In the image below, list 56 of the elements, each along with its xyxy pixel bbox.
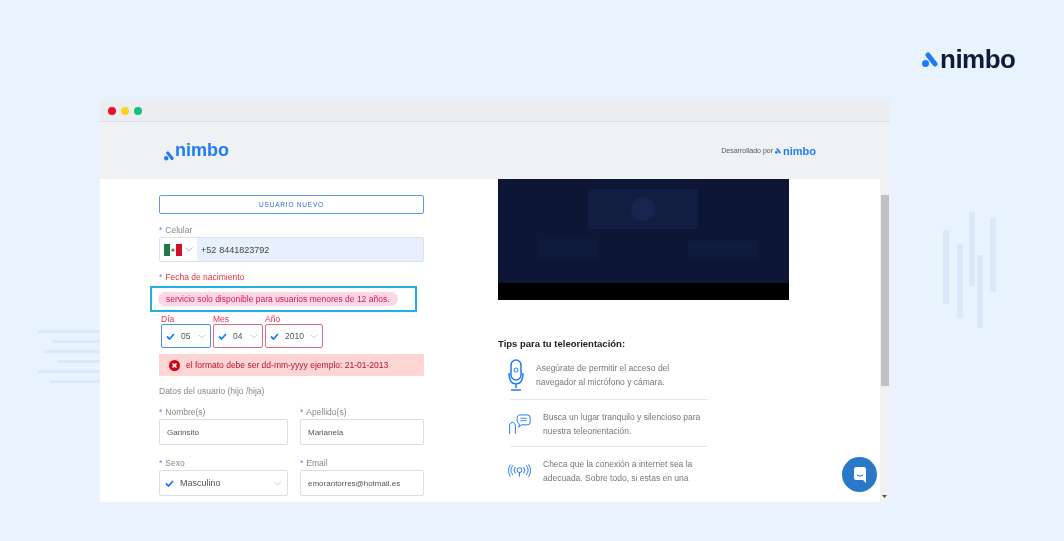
required-mark: * — [159, 406, 163, 417]
logo-mark-icon — [164, 151, 174, 161]
age-notice: servicio solo disponible para usuarios menores de 12 años. — [158, 292, 398, 306]
required-mark: * — [159, 457, 163, 468]
field-label: Fecha de nacimiento — [165, 271, 245, 282]
wireless-signal-icon — [508, 463, 531, 479]
required-mark: * — [159, 271, 163, 282]
field-label: Celular — [165, 224, 193, 235]
chat-button[interactable] — [842, 457, 877, 492]
chat-icon — [851, 466, 868, 483]
minimize-dot-icon[interactable] — [121, 106, 129, 115]
chevron-down-icon — [273, 480, 282, 486]
date-label: Día — [161, 314, 176, 324]
date-select[interactable]: 2010 — [265, 324, 323, 348]
tip-text: Checa que la conexión a internet sea la adecuada. Sobre todo, si estas en una — [543, 458, 694, 485]
text-field[interactable]: emorantorres@hotmail.es — [300, 470, 424, 496]
error-message: el formato debe ser dd-mm-yyyy ejemplo: 21-01-2013 — [186, 360, 389, 370]
brand-logo: nimbo — [940, 44, 1016, 75]
text-field[interactable]: Marianela — [300, 419, 424, 445]
required-mark: * — [300, 406, 304, 417]
tip-text: Asegúrate de permitir el acceso del navegador al micrófono y cámara. — [536, 362, 671, 389]
chevron-down-icon — [309, 333, 318, 339]
decorative-lines-drawing — [38, 330, 100, 386]
maximize-dot-icon[interactable] — [134, 106, 142, 115]
field-label: Nombre(s) — [165, 406, 206, 417]
date-select[interactable]: 04 — [213, 324, 263, 348]
tips-title: Tips para tu teleorientación: — [498, 338, 627, 349]
date-label: Mes — [213, 314, 231, 324]
scroll-down-arrow-icon[interactable] — [882, 495, 887, 498]
chevron-down-icon — [198, 333, 206, 339]
error-icon — [169, 359, 180, 371]
site-logo[interactable]: nimbo — [175, 140, 229, 161]
tip-text: Busca un lugar tranquilo y silencioso para nuestra teleorientación. — [543, 411, 702, 438]
phone-field[interactable]: +52 8441823792 — [159, 237, 424, 262]
required-mark: * — [159, 224, 163, 235]
field-label: Apellido(s) — [306, 406, 347, 417]
date-label: Año — [265, 314, 282, 324]
phone-prefix: +52 — [201, 244, 217, 255]
close-dot-icon[interactable] — [108, 106, 116, 115]
credit-logo[interactable]: nimbo — [783, 144, 816, 157]
flag-icon — [164, 243, 182, 256]
phone-value: 8441823792 — [219, 244, 270, 255]
date-select[interactable]: 05 — [161, 324, 211, 348]
chevron-down-icon — [250, 333, 258, 339]
chevron-down-icon — [185, 247, 193, 252]
required-mark: * — [300, 457, 304, 468]
select-field[interactable]: Masculino — [159, 470, 288, 496]
field-label: Sexo — [165, 457, 185, 468]
microphone-icon — [508, 359, 524, 391]
logo-mark-icon — [922, 51, 938, 68]
logo-mark-icon — [775, 147, 781, 154]
field-label: Email — [306, 457, 328, 468]
section-title: Datos del usuario (hijo /hija) — [159, 386, 266, 396]
text-field[interactable]: Garinsito — [159, 419, 288, 445]
speech-bubble-person-icon — [508, 411, 531, 437]
scrollbar[interactable] — [880, 179, 890, 502]
